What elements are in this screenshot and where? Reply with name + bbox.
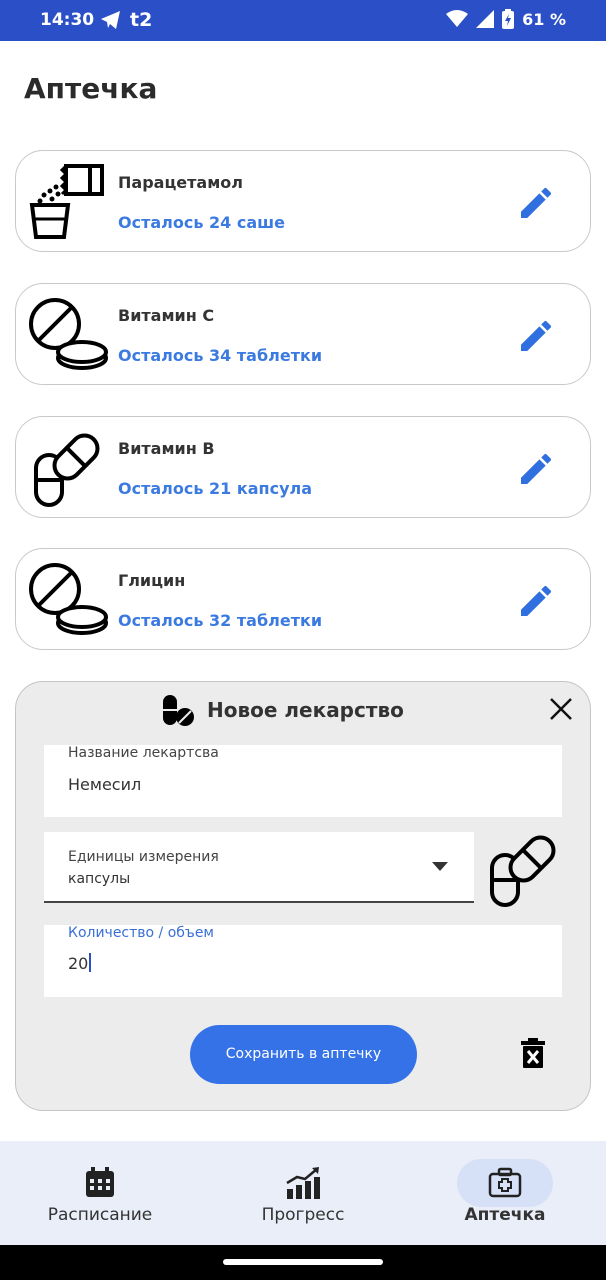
save-to-medkit-button[interactable]: Сохранить в аптечку xyxy=(190,1025,417,1084)
capsule-icon xyxy=(490,835,556,907)
medicine-remaining: Осталось 21 капсула xyxy=(118,479,313,498)
pills-icon xyxy=(163,695,194,726)
dropdown-arrow-icon[interactable] xyxy=(432,862,448,871)
quantity-value: 20 xyxy=(68,954,89,973)
carrier-badge: t2 xyxy=(130,9,153,31)
units-label: Единицы измерения xyxy=(68,849,219,865)
calendar-icon xyxy=(86,1167,114,1197)
nav-label-schedule: Расписание xyxy=(47,1205,153,1225)
medicine-name: Парацетамол xyxy=(118,173,244,192)
status-bar: 14:30 t2 61 % xyxy=(0,0,606,41)
edit-icon[interactable] xyxy=(516,183,556,223)
system-navigation-bar xyxy=(0,1245,606,1280)
close-icon[interactable] xyxy=(546,694,576,724)
edit-icon[interactable] xyxy=(516,449,556,489)
quantity-label: Количество / объем xyxy=(68,925,214,941)
medicine-name: Глицин xyxy=(118,571,186,590)
units-value: капсулы xyxy=(68,871,131,887)
signal-icon xyxy=(476,10,495,28)
dialog-header: Новое лекарство xyxy=(16,694,590,734)
edit-icon[interactable] xyxy=(516,581,556,621)
tablet-icon xyxy=(29,298,108,370)
medicine-name-value: Немесил xyxy=(68,775,142,794)
home-indicator[interactable] xyxy=(223,1259,383,1265)
nav-label-medkit: Аптечка xyxy=(464,1205,546,1225)
medicine-name: Витамин С xyxy=(118,306,215,325)
text-cursor xyxy=(89,953,92,972)
tablet-icon xyxy=(29,563,108,635)
delete-icon[interactable] xyxy=(519,1037,547,1069)
dialog-title: Новое лекарство xyxy=(207,698,404,722)
nav-progress[interactable]: Прогресс xyxy=(203,1141,403,1245)
medicine-name-label: Название лекартсва xyxy=(68,745,219,761)
medicine-name-field[interactable]: Название лекартсва Немесил xyxy=(44,745,562,817)
medicine-card[interactable]: Витамин С Осталось 34 таблетки xyxy=(15,283,591,385)
battery-percent: 61 % xyxy=(522,9,566,29)
new-medicine-dialog: Новое лекарство Название лекартсва Немес… xyxy=(15,681,591,1111)
medicine-remaining: Осталось 32 таблетки xyxy=(118,611,323,630)
status-time: 14:30 xyxy=(40,10,95,30)
wifi-icon xyxy=(446,10,469,27)
battery-icon xyxy=(502,9,515,29)
nav-label-progress: Прогресс xyxy=(261,1205,345,1225)
units-dropdown[interactable]: Единицы измерения капсулы xyxy=(44,832,474,903)
quantity-field[interactable]: Количество / объем 20 xyxy=(44,925,562,997)
medicine-card[interactable]: Глицин Осталось 32 таблетки xyxy=(15,548,591,650)
edit-icon[interactable] xyxy=(516,316,556,356)
sachet-icon xyxy=(29,164,104,239)
medicine-remaining: Осталось 34 таблетки xyxy=(118,346,323,365)
telegram-icon xyxy=(101,11,120,29)
medicine-card[interactable]: Витамин В Осталось 21 капсула xyxy=(15,416,591,518)
nav-medkit[interactable]: Аптечка xyxy=(405,1141,605,1245)
medkit-icon xyxy=(488,1167,522,1198)
capsule-icon xyxy=(34,433,100,507)
page-title: Аптечка xyxy=(24,72,158,105)
medicine-card[interactable]: Парацетамол Осталось 24 саше xyxy=(15,150,591,252)
medicine-name: Витамин В xyxy=(118,439,215,458)
chart-icon xyxy=(286,1167,320,1199)
medicine-remaining: Осталось 24 саше xyxy=(118,213,285,232)
bottom-navigation: Расписание Прогресс Аптечка xyxy=(0,1141,606,1245)
nav-schedule[interactable]: Расписание xyxy=(0,1141,200,1245)
